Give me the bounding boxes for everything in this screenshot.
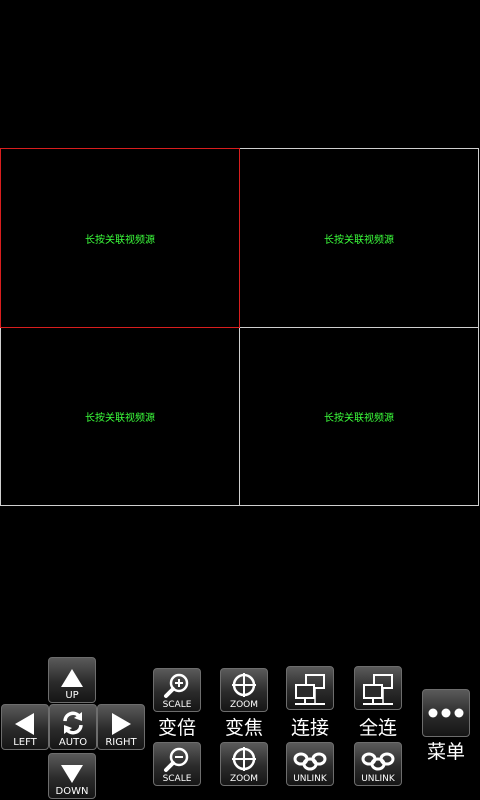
crosshair-icon [232,747,256,771]
more-dots-icon [428,708,464,718]
network-icon [363,674,393,705]
arrow-up-icon [61,669,83,687]
connect-caption: 连接 [290,717,329,739]
video-cell-hint: 长按关联视频源 [324,234,394,246]
connect-all-button[interactable] [354,666,402,710]
ptz-left-button[interactable]: LEFT [1,704,49,750]
ptz-left-label: LEFT [13,737,37,748]
unlink-all-button[interactable]: UNLINK [354,742,402,786]
scale-caption: 变倍 [157,717,196,739]
rotate-icon [63,711,83,735]
arrow-left-icon [15,713,34,735]
connect-button[interactable] [286,666,334,710]
focus-out-label: ZOOM [229,774,259,784]
magnifier-plus-icon [164,673,189,698]
scale-out-button[interactable]: SCALE [153,742,201,786]
video-cell-1[interactable]: 长按关联视频源 [0,148,240,328]
video-cell-4[interactable]: 长按关联视频源 [239,327,479,506]
menu-button[interactable] [422,689,470,737]
focus-in-label: ZOOM [229,700,259,710]
magnifier-minus-icon [164,747,189,772]
video-cell-hint: 长按关联视频源 [85,413,155,424]
menu-caption: 菜单 [426,741,465,763]
arrow-down-icon [61,765,83,783]
ptz-down-button[interactable]: DOWN [48,753,96,799]
focus-in-button[interactable]: ZOOM [220,668,268,712]
network-icon [295,674,325,705]
scale-in-button[interactable]: SCALE [153,668,201,712]
unlink-button[interactable]: UNLINK [286,742,334,786]
ptz-auto-label: AUTO [58,737,88,748]
ptz-up-button[interactable]: UP [48,657,96,703]
focus-out-button[interactable]: ZOOM [220,742,268,786]
ptz-right-button[interactable]: RIGHT [97,704,145,750]
ptz-right-label: RIGHT [105,737,137,748]
unlink-all-label: UNLINK [361,774,395,784]
ptz-up-label: UP [65,690,79,701]
chain-link-icon [361,752,395,771]
video-cell-2[interactable]: 长按关联视频源 [239,148,479,328]
scale-out-label: SCALE [162,774,192,784]
arrow-right-icon [112,713,131,735]
ptz-auto-button[interactable]: AUTO [49,704,97,750]
crosshair-icon [232,673,256,697]
scale-in-label: SCALE [162,700,192,710]
focus-caption: 变焦 [224,717,263,739]
video-cell-3[interactable]: 长按关联视频源 [0,327,240,506]
video-cell-hint: 长按关联视频源 [85,234,155,246]
unlink-label: UNLINK [293,774,327,784]
video-grid: 长按关联视频源 长按关联视频源 长按关联视频源 长按关联视频源 [0,148,479,506]
connect-all-caption: 全连 [358,717,397,739]
video-cell-hint: 长按关联视频源 [324,413,394,424]
chain-link-icon [293,752,327,771]
ptz-down-label: DOWN [55,786,89,797]
